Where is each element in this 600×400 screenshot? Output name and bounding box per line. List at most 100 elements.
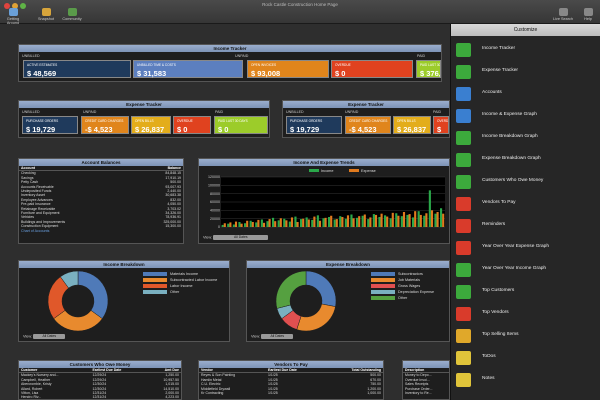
legend-entry: Other xyxy=(143,289,217,295)
sidebar-item-todos[interactable]: ToDos xyxy=(456,350,596,366)
expense-bar xyxy=(313,216,316,227)
open-bills-box[interactable]: OPEN BILLS $ 26,837 xyxy=(393,116,431,134)
sidebar-item-top-selling-items[interactable]: Top Selling Items xyxy=(456,328,596,344)
expense-tracker-title: Expense Tracker xyxy=(283,101,449,108)
sidebar-item-yoy-expense-graph[interactable]: Year Over Year Expense Graph xyxy=(456,240,596,256)
expense-bar xyxy=(430,210,434,227)
sidebar-item-income-breakdown-graph[interactable]: Income Breakdown Graph xyxy=(456,130,596,146)
sidebar-item-label: Income Breakdown Graph xyxy=(482,134,538,139)
income-bar xyxy=(412,217,415,227)
donut-slice xyxy=(275,270,307,309)
overdue-bills-box[interactable]: OVERDUE $ 0 xyxy=(173,116,211,134)
expense-bar xyxy=(414,211,417,227)
unbilled-time-costs-box[interactable]: UNBILLED TIME & COSTS $ 31,583 xyxy=(133,60,243,78)
open-bills-label: OPEN BILLS xyxy=(135,119,154,123)
paid-last-30-box[interactable]: PAID LAST 30 DAYS $ 376, xyxy=(416,60,441,78)
trend-view-control[interactable]: View: All Dates xyxy=(203,235,269,240)
income-bar xyxy=(440,208,443,227)
sidebar-item-reminders[interactable]: Reminders xyxy=(456,218,596,234)
income-bar xyxy=(428,190,431,227)
help-button[interactable]: Help xyxy=(580,8,596,21)
expense-bar xyxy=(251,222,254,227)
sidebar-item-label: Customers Who Owe Money xyxy=(482,178,544,183)
snapshot-label: Snapshot xyxy=(37,17,55,21)
sidebar-item-yoy-income-graph[interactable]: Year Over Year Income Graph xyxy=(456,262,596,278)
customers-owe-icon xyxy=(456,175,471,189)
getting-around-button[interactable]: Getting Around xyxy=(2,8,24,25)
vendors-to-pay-table: Vendor Earliest Due Date Total Outstandi… xyxy=(199,368,383,395)
vendor-row[interactable]: Kr Contracting 1/1/25 1,000.00 xyxy=(199,391,383,395)
income-expense-graph-icon xyxy=(456,109,471,123)
income-bar xyxy=(434,213,437,227)
overdue-box[interactable]: OVERDUE $ 0 xyxy=(331,60,413,78)
expense-tracker-panel-duplicate[interactable]: Expense Tracker UNBILLED UNPAID PAID PUR… xyxy=(282,100,450,138)
expense-breakdown-panel[interactable]: Expense Breakdown Subcontractors Job Mate… xyxy=(246,260,450,342)
paid-label: PAID xyxy=(215,110,224,114)
unbilled-label: UNBILLED xyxy=(22,54,40,58)
income-view-control[interactable]: View: All Dates xyxy=(23,334,66,339)
income-breakdown-panel[interactable]: Income Breakdown Materials Income Subcont… xyxy=(18,260,230,342)
vendors-to-pay-panel[interactable]: Vendors To Pay Vendor Earliest Due Date … xyxy=(198,360,384,400)
credit-card-charges-box[interactable]: CREDIT CARD CHARGES -$ 4,523 xyxy=(345,116,391,134)
paid-last-30-bills-box[interactable]: PAID LAST 30 DAYS $ 0 xyxy=(214,116,268,134)
customers-owe-money-panel[interactable]: Customers Who Owe Money Customer Earlies… xyxy=(18,360,182,400)
open-invoices-box[interactable]: OPEN INVOICES $ 93,008 xyxy=(247,60,329,78)
reminders-panel[interactable]: Description Money to Depo... Overdue Invo… xyxy=(402,360,450,400)
income-bar xyxy=(244,223,247,227)
income-breakdown-title: Income Breakdown xyxy=(19,261,229,268)
paid-last-30-value: $ 376, xyxy=(420,69,441,78)
open-bills-value: $ 26,837 xyxy=(135,125,165,134)
sidebar-item-top-vendors[interactable]: Top Vendors xyxy=(456,306,596,322)
live-search-button[interactable]: Live Search xyxy=(552,8,574,21)
open-bills-box[interactable]: OPEN BILLS $ 26,837 xyxy=(131,116,171,134)
sidebar-item-expense-breakdown-graph[interactable]: Expense Breakdown Graph xyxy=(456,152,596,168)
customize-title: Customize xyxy=(451,24,600,36)
active-estimates-box[interactable]: ACTIVE ESTIMATES $ 48,569 xyxy=(23,60,131,78)
credit-card-charges-box[interactable]: CREDIT CARD CHARGES -$ 4,523 xyxy=(81,116,129,134)
purchase-orders-box[interactable]: PURCHASE ORDERS $ 19,729 xyxy=(286,116,342,134)
snapshot-button[interactable]: Snapshot xyxy=(36,8,56,21)
sidebar-item-income-tracker[interactable]: Income Tracker xyxy=(456,42,596,58)
expense-view-control[interactable]: View: All Dates xyxy=(251,334,294,339)
sidebar-item-expense-tracker[interactable]: Expense Tracker xyxy=(456,64,596,80)
sidebar-item-vendors-pay[interactable]: Vendors To Pay xyxy=(456,196,596,212)
expense-breakdown-legend: Subcontractors Job Materials Gross Wages De… xyxy=(371,271,434,301)
income-bar xyxy=(344,218,347,227)
income-expense-trends-panel[interactable]: Income And Expense Trends 0 20000 40000 600… xyxy=(198,158,450,244)
reminder-row[interactable]: Inventory to Re... xyxy=(403,391,449,395)
overdue-bills-box[interactable]: OVERDUE $ xyxy=(433,116,449,134)
expense-bar xyxy=(246,220,249,227)
chart-of-accounts-link[interactable]: Chart of Accounts xyxy=(19,229,183,233)
donut-slice xyxy=(77,270,109,319)
overdue-bills-label: OVERDUE xyxy=(177,119,193,123)
view-date-select[interactable]: All Dates xyxy=(261,334,294,339)
sidebar-item-customers-owe[interactable]: Customers Who Owe Money xyxy=(456,174,596,190)
dashboard-canvas: Income Tracker UNBILLED UNPAID PAID ACTI… xyxy=(0,24,450,400)
sidebar-item-notes[interactable]: Notes xyxy=(456,372,596,388)
view-date-select[interactable]: All Dates xyxy=(213,235,269,240)
expense-bar xyxy=(346,215,350,227)
top-customers-icon xyxy=(456,285,471,299)
expense-bar xyxy=(307,219,310,227)
sidebar-item-label: Income & Expense Graph xyxy=(482,112,537,117)
income-bar xyxy=(277,220,280,227)
expense-bar xyxy=(363,214,366,227)
expense-bar xyxy=(341,217,344,227)
y-tick-label: 60000 xyxy=(210,200,220,204)
sidebar-item-income-expense-graph[interactable]: Income & Expense Graph xyxy=(456,108,596,124)
sidebar-item-top-customers[interactable]: Top Customers xyxy=(456,284,596,300)
unbilled-time-costs-value: $ 31,583 xyxy=(137,69,167,78)
income-bar xyxy=(322,218,325,227)
legend-swatch xyxy=(143,278,167,283)
expense-tracker-panel[interactable]: Expense Tracker UNBILLED UNPAID PAID PUR… xyxy=(18,100,270,138)
income-bar xyxy=(395,213,398,227)
income-bar xyxy=(300,219,303,227)
sidebar-item-accounts[interactable]: Accounts xyxy=(456,86,596,102)
income-tracker-panel[interactable]: Income Tracker UNBILLED UNPAID PAID ACTI… xyxy=(18,44,442,82)
customer-row[interactable]: Hendro Riv... 12/31/24 4,223.00 xyxy=(19,395,181,399)
purchase-orders-box[interactable]: PURCHASE ORDERS $ 19,729 xyxy=(22,116,78,134)
view-date-select[interactable]: All Dates xyxy=(33,334,66,339)
vendor-cell: Kr Contracting xyxy=(201,391,224,396)
account-balances-panel[interactable]: Account Balances Account Balance Checkin… xyxy=(18,158,184,244)
community-button[interactable]: Community xyxy=(60,8,84,21)
